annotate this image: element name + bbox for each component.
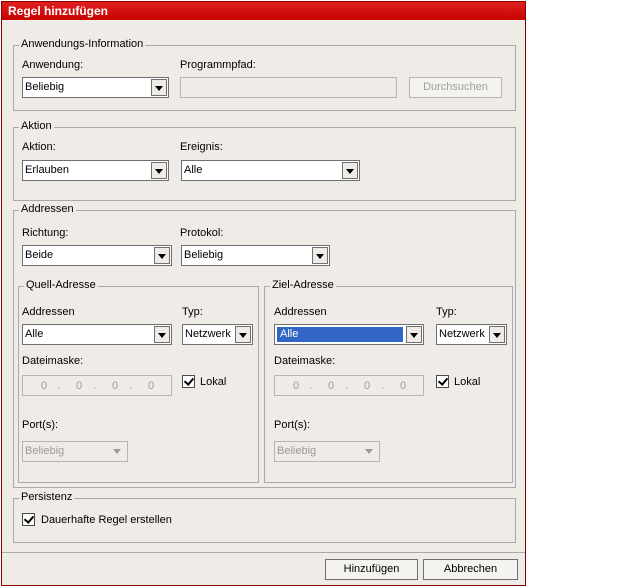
source-ports-select-value: Beliebig — [25, 445, 65, 457]
ip-octet: 0 — [148, 380, 155, 392]
source-addresses-label: Addressen — [22, 306, 75, 318]
target-addresses-select-value: Alle — [277, 327, 403, 342]
source-local-label: Lokal — [200, 376, 227, 388]
ip-octet: 0 — [400, 380, 407, 392]
target-type-select-value: Netzwerk — [439, 328, 485, 340]
application-select[interactable]: Beliebig — [22, 77, 169, 98]
path-input[interactable] — [180, 77, 397, 98]
ip-octet: 0 — [293, 380, 300, 392]
target-addresses-select[interactable]: Alle — [274, 324, 424, 345]
ip-dot: . — [57, 380, 61, 392]
action-legend: Aktion — [19, 120, 54, 132]
direction-label: Richtung: — [22, 227, 69, 239]
ip-dot: . — [381, 380, 385, 392]
chevron-down-icon[interactable] — [489, 326, 505, 343]
application-select-value: Beliebig — [25, 81, 65, 93]
direction-select[interactable]: Beide — [22, 245, 172, 266]
ip-dot: . — [309, 380, 313, 392]
ip-octet: 0 — [364, 380, 371, 392]
ip-dot: . — [93, 380, 97, 392]
ip-octet: 0 — [328, 380, 335, 392]
ip-dot: . — [345, 380, 349, 392]
protocol-select[interactable]: Beliebig — [181, 245, 330, 266]
source-mask-label: Dateimaske: — [22, 355, 84, 367]
cancel-button[interactable]: Abbrechen — [423, 559, 518, 580]
add-button[interactable]: Hinzufügen — [325, 559, 418, 580]
chevron-down-icon[interactable] — [235, 326, 251, 343]
chevron-down-icon[interactable] — [154, 326, 170, 343]
ip-dot: . — [129, 380, 133, 392]
app-info-legend: Anwendungs-Information — [19, 38, 146, 50]
ip-octet: 0 — [76, 380, 83, 392]
path-label: Programmpfad: — [180, 59, 256, 71]
chevron-down-icon[interactable] — [342, 162, 358, 179]
source-type-select-value: Netzwerk — [185, 328, 231, 340]
target-ports-select[interactable]: Beliebig — [274, 441, 380, 462]
permanent-rule-checkbox[interactable] — [22, 513, 35, 526]
dialog-window: Regel hinzufügen Anwendungs-Information … — [1, 1, 526, 586]
target-type-select[interactable]: Netzwerk — [436, 324, 507, 345]
footer-divider — [2, 552, 525, 553]
target-local-label: Lokal — [454, 376, 481, 388]
action-select-value: Erlauben — [25, 164, 70, 176]
chevron-down-icon[interactable] — [154, 247, 170, 264]
protocol-label: Protokol: — [180, 227, 224, 239]
source-local-checkbox[interactable] — [182, 375, 195, 388]
source-type-select[interactable]: Netzwerk — [182, 324, 253, 345]
action-label: Aktion: — [22, 141, 56, 153]
chevron-down-icon[interactable] — [151, 79, 167, 96]
event-label: Ereignis: — [180, 141, 223, 153]
chevron-down-icon[interactable] — [362, 443, 378, 460]
permanent-rule-label: Dauerhafte Regel erstellen — [41, 514, 172, 526]
source-ip-field[interactable]: 0 . 0 . 0 . 0 — [22, 375, 172, 396]
target-type-label: Typ: — [436, 306, 457, 318]
target-mask-label: Dateimaske: — [274, 355, 336, 367]
source-type-label: Typ: — [182, 306, 203, 318]
ip-octet: 0 — [41, 380, 48, 392]
source-ports-label: Port(s): — [22, 419, 59, 431]
chevron-down-icon[interactable] — [312, 247, 328, 264]
source-ports-select[interactable]: Beliebig — [22, 441, 128, 462]
application-label: Anwendung: — [22, 59, 84, 71]
target-ports-label: Port(s): — [274, 419, 311, 431]
direction-select-value: Beide — [25, 249, 54, 261]
action-select[interactable]: Erlauben — [22, 160, 169, 181]
addresses-legend: Addressen — [19, 203, 76, 215]
target-local-checkbox[interactable] — [436, 375, 449, 388]
target-addresses-label: Addressen — [274, 306, 327, 318]
source-address-legend: Quell-Adresse — [24, 279, 98, 291]
persistence-legend: Persistenz — [19, 491, 75, 503]
ip-octet: 0 — [112, 380, 119, 392]
dialog-title: Regel hinzufügen — [2, 2, 525, 20]
chevron-down-icon[interactable] — [406, 326, 422, 343]
event-select[interactable]: Alle — [181, 160, 360, 181]
target-address-legend: Ziel-Adresse — [270, 279, 336, 291]
source-addresses-select[interactable]: Alle — [22, 324, 172, 345]
target-ip-field[interactable]: 0 . 0 . 0 . 0 — [274, 375, 424, 396]
browse-button[interactable]: Durchsuchen — [409, 77, 502, 98]
chevron-down-icon[interactable] — [151, 162, 167, 179]
chevron-down-icon[interactable] — [110, 443, 126, 460]
event-select-value: Alle — [184, 164, 203, 176]
target-ports-select-value: Beliebig — [277, 445, 317, 457]
source-addresses-select-value: Alle — [25, 328, 44, 340]
protocol-select-value: Beliebig — [184, 249, 224, 261]
